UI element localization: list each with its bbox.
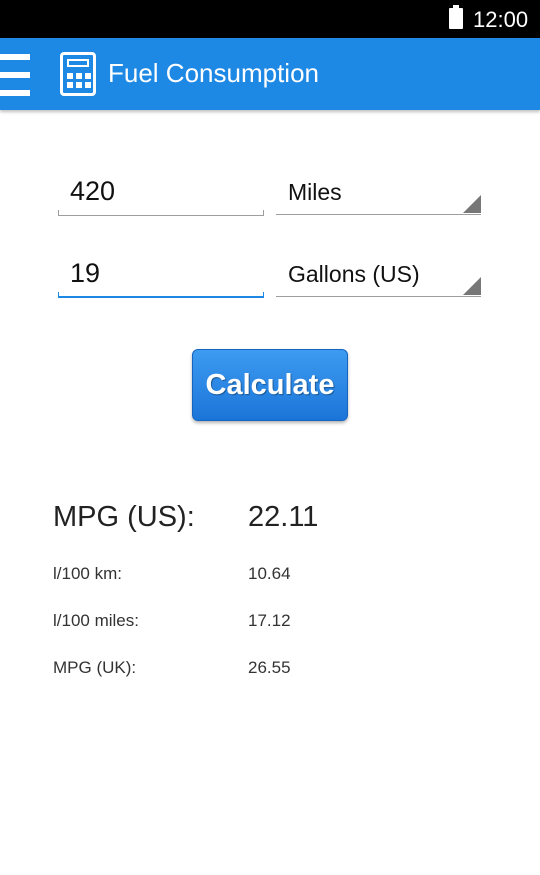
status-time: 12:00 bbox=[473, 7, 529, 32]
hamburger-menu-icon[interactable] bbox=[0, 52, 32, 98]
fuel-input[interactable]: 19 bbox=[58, 252, 264, 298]
app-title: Fuel Consumption bbox=[108, 58, 319, 88]
distance-unit-label: Miles bbox=[288, 179, 342, 205]
fuel-unit-label: Gallons (US) bbox=[288, 261, 420, 287]
mpg-us-value: 22.11 bbox=[248, 501, 319, 533]
mpg-us-label: MPG (US): bbox=[53, 501, 195, 533]
mpg-uk-label: MPG (UK): bbox=[53, 658, 137, 677]
l-per-100miles-label: l/100 miles: bbox=[53, 611, 139, 630]
dropdown-arrow-icon bbox=[463, 195, 481, 213]
distance-input[interactable]: 420 bbox=[58, 170, 264, 216]
l-per-100km-label: l/100 km: bbox=[53, 564, 122, 583]
battery-full-icon bbox=[449, 5, 463, 29]
distance-unit-select[interactable]: Miles bbox=[276, 169, 481, 215]
calculator-icon bbox=[60, 52, 96, 96]
dropdown-arrow-icon bbox=[463, 277, 481, 295]
distance-value: 420 bbox=[70, 176, 116, 206]
fuel-unit-select[interactable]: Gallons (US) bbox=[276, 251, 481, 297]
status-bar: 12:00 bbox=[0, 0, 540, 38]
app-bar: Fuel Consumption bbox=[0, 38, 540, 110]
fuel-value: 19 bbox=[70, 258, 101, 288]
l-per-100km-value: 10.64 bbox=[248, 564, 291, 583]
calculate-button[interactable]: Calculate bbox=[192, 349, 348, 421]
mpg-uk-value: 26.55 bbox=[248, 658, 291, 677]
l-per-100miles-value: 17.12 bbox=[248, 611, 291, 630]
